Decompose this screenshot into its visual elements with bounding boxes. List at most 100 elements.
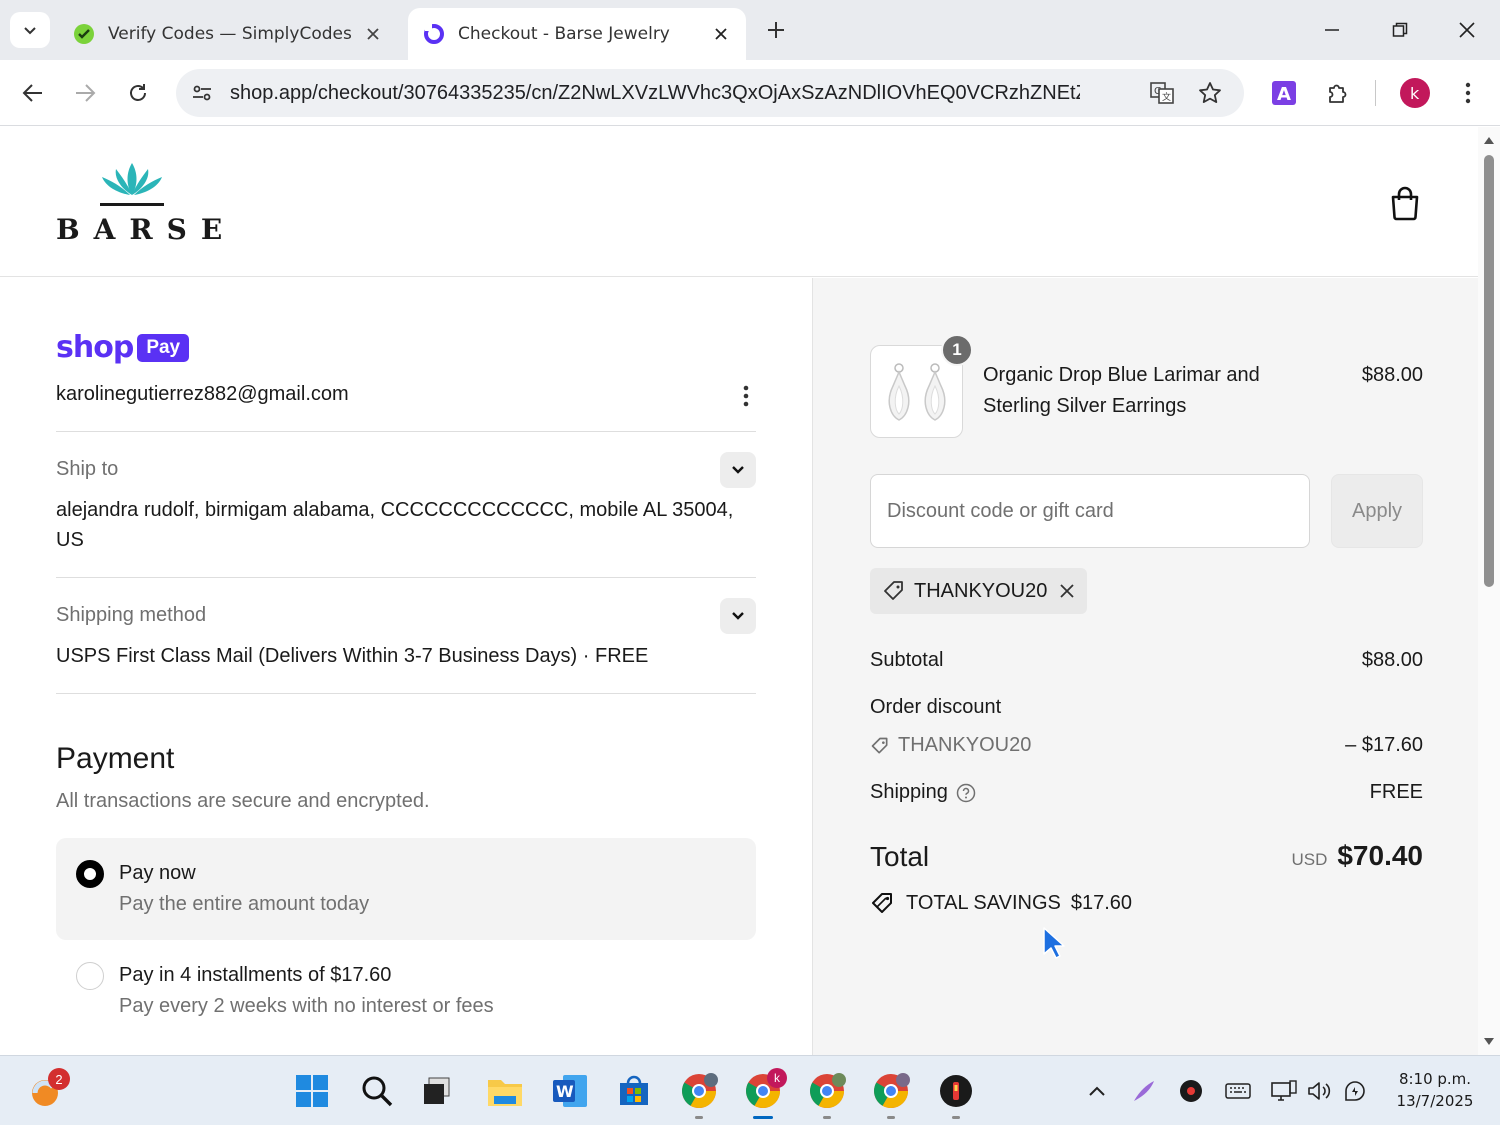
- checkout-page: BARSE shop Pay karolinegutierrez882@gmai…: [0, 127, 1478, 1055]
- browser-menu-icon[interactable]: [1452, 77, 1484, 109]
- radio-selected[interactable]: [76, 860, 104, 888]
- bookmark-star-icon[interactable]: [1196, 79, 1224, 107]
- network-icon[interactable]: [1269, 1076, 1299, 1106]
- active-indicator: [753, 1116, 773, 1119]
- more-vertical-icon: [743, 385, 749, 407]
- app-tray-icon[interactable]: [1176, 1076, 1206, 1106]
- search-button[interactable]: [356, 1070, 398, 1112]
- apply-discount-button[interactable]: Apply: [1331, 474, 1423, 548]
- shopping-bag-icon[interactable]: [1388, 185, 1422, 221]
- scroll-up-arrow-icon[interactable]: [1483, 135, 1495, 145]
- tab-title: Checkout - Barse Jewelry: [458, 24, 670, 44]
- battery-icon[interactable]: [1341, 1076, 1371, 1106]
- profile-avatar[interactable]: k: [1399, 77, 1431, 109]
- keyboard-icon[interactable]: [1223, 1076, 1253, 1106]
- discount-code-input[interactable]: [870, 474, 1310, 548]
- chrome-profile-k-icon[interactable]: k: [742, 1068, 787, 1112]
- page-scrollbar[interactable]: [1478, 127, 1500, 1055]
- option-title: Pay now: [119, 862, 196, 884]
- simplycodes-icon: [72, 22, 96, 46]
- help-circle-icon[interactable]: [956, 783, 976, 803]
- shipping-method-label: Shipping method: [56, 604, 207, 626]
- chrome-profile-2-icon[interactable]: [806, 1070, 848, 1112]
- shipping-method-value: USPS First Class Mail (Delivers Within 3…: [56, 645, 649, 667]
- close-tab-icon[interactable]: [362, 23, 384, 45]
- chrome-profile-3-icon[interactable]: [870, 1070, 912, 1112]
- product-name: Organic Drop Blue Larimar and Sterling S…: [983, 364, 1260, 417]
- forward-button[interactable]: [65, 73, 105, 113]
- task-view-icon: [424, 1077, 450, 1104]
- chrome-profile-1-icon[interactable]: [678, 1070, 720, 1112]
- close-icon: [1459, 22, 1475, 38]
- app-dark-icon[interactable]: [935, 1070, 977, 1112]
- restore-icon: [1392, 22, 1408, 37]
- applied-code: THANKYOU20: [914, 579, 1048, 602]
- microsoft-store-icon[interactable]: [613, 1070, 655, 1112]
- svg-text:文: 文: [1162, 91, 1171, 103]
- minimize-button[interactable]: [1312, 10, 1352, 50]
- product-price: $88.00: [1361, 364, 1423, 386]
- clock-date: 13/7/2025: [1396, 1092, 1474, 1110]
- chrome-profile-badge: k: [767, 1068, 787, 1088]
- clock-time: 8:10 p.m.: [1398, 1070, 1472, 1088]
- task-view-button[interactable]: [416, 1070, 458, 1112]
- system-clock[interactable]: 8:10 p.m. 13/7/2025: [1380, 1068, 1490, 1112]
- start-button[interactable]: [291, 1070, 333, 1112]
- back-button[interactable]: [13, 73, 53, 113]
- site-info-icon[interactable]: [188, 79, 216, 107]
- tab-simplycodes[interactable]: Verify Codes — SimplyCodes: [58, 8, 398, 60]
- translate-icon[interactable]: G文: [1148, 79, 1176, 107]
- shipping-value: FREE: [1369, 781, 1423, 803]
- scroll-down-arrow-icon[interactable]: [1483, 1037, 1495, 1047]
- option-title: Pay in 4 installments of $17.60: [119, 964, 392, 986]
- tab-search-button[interactable]: [10, 12, 50, 48]
- savings-value: $17.60: [1070, 891, 1133, 914]
- running-indicator: [887, 1116, 895, 1119]
- tab-checkout[interactable]: Checkout - Barse Jewelry: [408, 8, 746, 60]
- file-explorer-icon[interactable]: [484, 1070, 526, 1112]
- tag-icon: [871, 737, 888, 753]
- shop-wordmark: shop: [56, 330, 134, 365]
- order-discount-label: Order discount: [870, 696, 1002, 718]
- radio-unselected[interactable]: [76, 962, 104, 990]
- account-menu-button[interactable]: [734, 382, 758, 410]
- store-logo[interactable]: BARSE: [56, 159, 237, 249]
- payment-subtitle: All transactions are secure and encrypte…: [56, 790, 430, 812]
- remove-discount-button[interactable]: [1059, 583, 1075, 599]
- pay-badge: Pay: [137, 334, 190, 362]
- close-window-button[interactable]: [1447, 10, 1487, 50]
- total-label: Total: [870, 841, 930, 872]
- currency-code: USD: [1291, 850, 1328, 869]
- divider: [56, 577, 756, 578]
- word-icon[interactable]: W: [549, 1070, 591, 1112]
- scrollbar-thumb[interactable]: [1484, 155, 1494, 587]
- subtotal-value: $88.00: [1361, 649, 1423, 671]
- ship-to-address: alejandra rudolf, birmigam alabama, CCCC…: [56, 499, 734, 551]
- ship-to-expand-button[interactable]: [720, 452, 756, 488]
- total-savings: TOTAL SAVINGS $17.60: [870, 890, 1132, 916]
- payment-option-pay-now[interactable]: Pay now Pay the entire amount today: [56, 838, 756, 940]
- shipping-method-expand-button[interactable]: [720, 598, 756, 634]
- close-tab-icon[interactable]: [710, 23, 732, 45]
- show-hidden-icons-button[interactable]: [1082, 1076, 1112, 1106]
- tab-title: Verify Codes — SimplyCodes: [108, 24, 352, 44]
- lotus-logo-icon: [100, 163, 164, 206]
- new-tab-button[interactable]: [760, 14, 792, 46]
- pen-tray-icon[interactable]: [1129, 1076, 1159, 1106]
- volume-icon[interactable]: [1304, 1076, 1334, 1106]
- reload-button[interactable]: [118, 73, 158, 113]
- notification-badge: 2: [48, 1068, 70, 1090]
- url-text[interactable]: shop.app/checkout/30764335235/cn/Z2NwLXV…: [230, 82, 1080, 105]
- logo-wordmark: BARSE: [56, 213, 237, 246]
- chevron-up-icon: [1089, 1086, 1105, 1096]
- extension-a-icon[interactable]: A: [1268, 77, 1300, 109]
- svg-text:W: W: [556, 1082, 574, 1101]
- mouse-cursor-icon: [1043, 927, 1065, 959]
- discount-code-row: THANKYOU20: [870, 734, 1031, 757]
- minimize-icon: [1325, 29, 1339, 31]
- shipping-label: Shipping: [870, 781, 948, 803]
- weather-widget-icon[interactable]: 2: [24, 1068, 70, 1112]
- extensions-puzzle-icon[interactable]: [1322, 77, 1354, 109]
- restore-button[interactable]: [1380, 10, 1420, 50]
- address-bar[interactable]: shop.app/checkout/30764335235/cn/Z2NwLXV…: [176, 69, 1244, 117]
